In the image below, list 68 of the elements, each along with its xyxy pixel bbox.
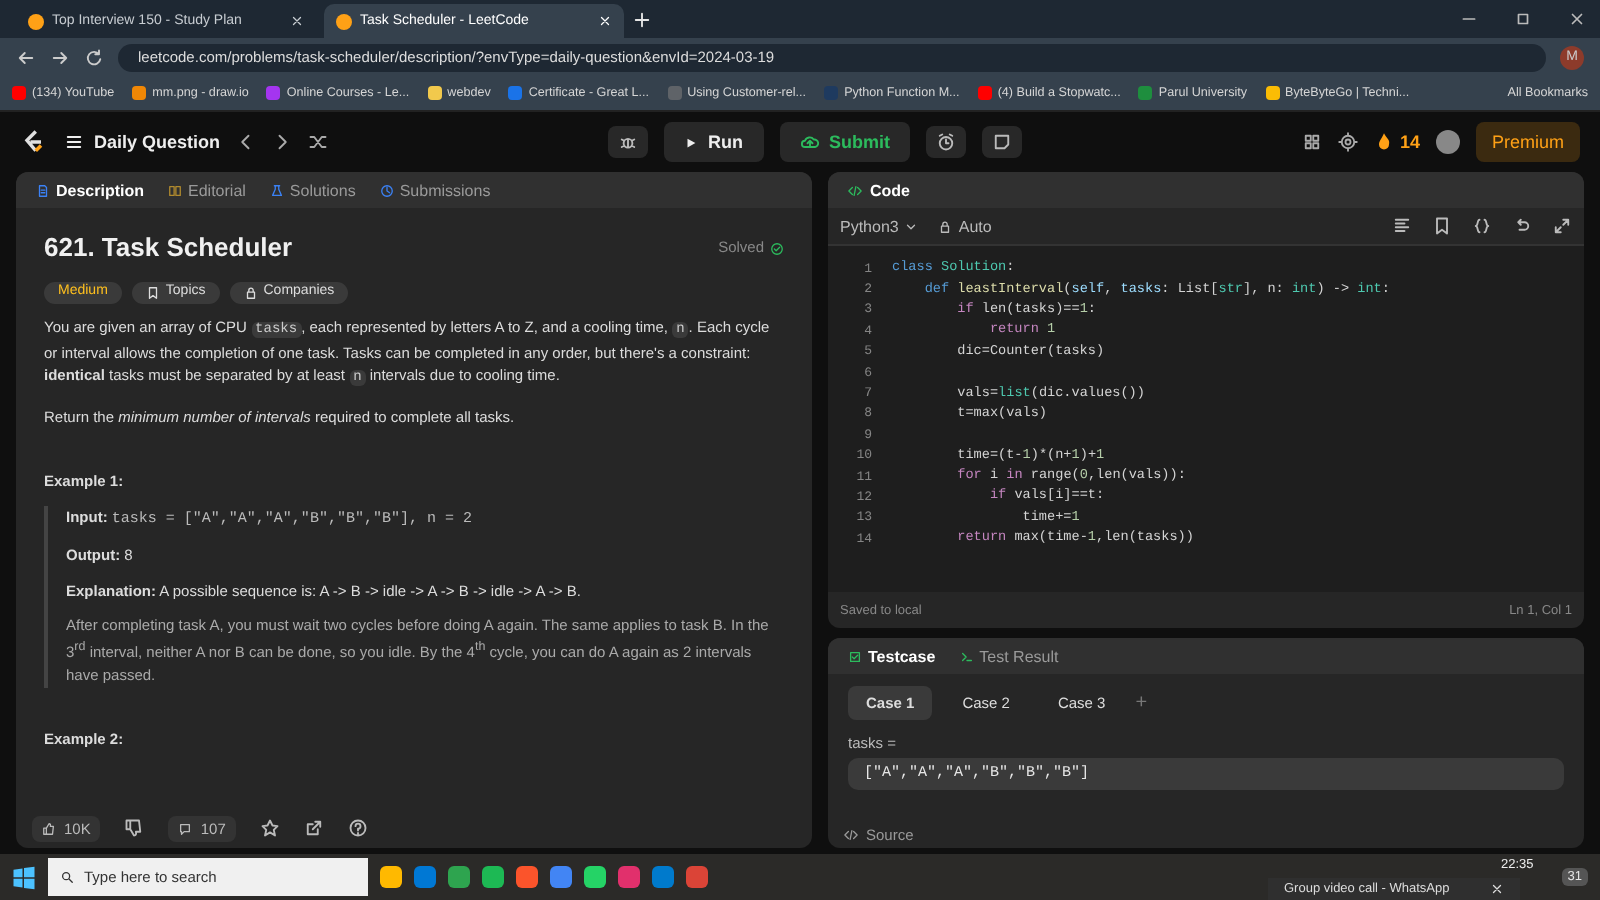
- timer-button[interactable]: [926, 126, 966, 158]
- note-icon: [992, 132, 1012, 152]
- close-icon[interactable]: [290, 14, 304, 28]
- panel-title: Code: [870, 181, 910, 199]
- checkbox-icon: [848, 649, 862, 663]
- braces-icon[interactable]: [1472, 216, 1492, 236]
- site-icon: [28, 13, 44, 29]
- reload-icon[interactable]: [84, 47, 104, 67]
- logo-icon[interactable]: [20, 128, 48, 156]
- flask-icon: [269, 183, 284, 197]
- terminal-icon: [959, 649, 974, 663]
- panel-tab[interactable]: Test Result: [959, 647, 1059, 665]
- app-icon[interactable]: [516, 866, 538, 888]
- app-icon[interactable]: [482, 866, 504, 888]
- forward-icon[interactable]: [50, 47, 70, 67]
- premium-button[interactable]: Premium: [1476, 122, 1581, 162]
- panel-tab[interactable]: Description: [36, 181, 145, 199]
- avatar[interactable]: [1436, 130, 1460, 154]
- auto-mode-button[interactable]: Auto: [938, 217, 992, 235]
- problem-list-button[interactable]: Daily Question: [64, 132, 221, 152]
- streak-counter[interactable]: 14: [1373, 132, 1420, 152]
- app-icon[interactable]: [584, 866, 606, 888]
- panel-tab[interactable]: Editorial: [168, 181, 246, 199]
- shuffle-icon[interactable]: [308, 132, 329, 152]
- search-icon: [60, 870, 74, 884]
- run-button[interactable]: Run: [664, 122, 763, 162]
- comment-icon: [178, 821, 193, 835]
- clock-icon: [379, 183, 394, 197]
- site-icon: [336, 13, 352, 29]
- code-icon: [844, 827, 858, 841]
- maximize-icon[interactable]: [1514, 10, 1532, 28]
- panel-tab[interactable]: Solutions: [269, 181, 356, 199]
- book-icon: [168, 183, 183, 197]
- bookmark-icon[interactable]: [1432, 216, 1452, 236]
- lock-icon: [243, 286, 258, 301]
- code-editor[interactable]: [828, 246, 1584, 592]
- thumbs-up-icon: [42, 821, 56, 835]
- cloud-upload-icon: [799, 132, 819, 152]
- back-icon[interactable]: [16, 47, 36, 67]
- submit-button[interactable]: Submit: [779, 122, 910, 162]
- help-icon[interactable]: [347, 818, 368, 838]
- expand-icon[interactable]: [1552, 216, 1572, 236]
- undo-icon[interactable]: [1512, 216, 1532, 236]
- windows-logo-icon[interactable]: [12, 865, 36, 889]
- panel-tab[interactable]: Testcase: [848, 647, 936, 665]
- thumbs-down-icon[interactable]: [124, 818, 145, 838]
- alarm-clock-icon: [936, 132, 956, 152]
- document-icon: [36, 183, 50, 197]
- grid-icon[interactable]: [1301, 132, 1322, 152]
- new-tab-icon[interactable]: [632, 9, 652, 29]
- debug-button[interactable]: [608, 126, 648, 158]
- lock-icon: [938, 219, 953, 233]
- star-icon[interactable]: [259, 818, 280, 838]
- close-icon[interactable]: [1568, 10, 1586, 28]
- app-icon[interactable]: [380, 866, 402, 888]
- chevron-down-icon: [904, 219, 919, 233]
- language-dropdown[interactable]: Python3: [840, 217, 919, 235]
- app-icon[interactable]: [448, 866, 470, 888]
- problem-title: 621. Task Scheduler: [44, 230, 293, 266]
- code-icon: [848, 183, 862, 197]
- list-icon: [64, 132, 84, 152]
- app-icon[interactable]: [550, 866, 572, 888]
- share-icon[interactable]: [303, 818, 324, 838]
- format-icon[interactable]: [1392, 216, 1412, 236]
- close-icon[interactable]: [1490, 882, 1504, 896]
- panel-tab[interactable]: Submissions: [379, 181, 491, 199]
- notes-button[interactable]: [982, 126, 1022, 158]
- play-icon: [684, 135, 698, 149]
